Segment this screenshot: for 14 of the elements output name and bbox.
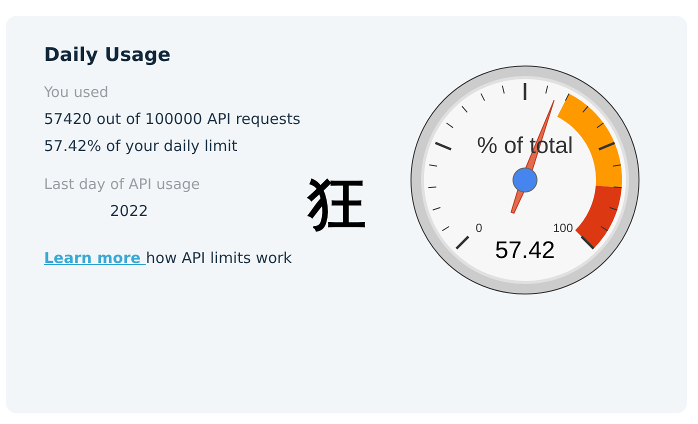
last-day-value: 2022	[109, 201, 150, 222]
usage-text: 57.42% of your daily limit	[44, 136, 238, 157]
calligraphy-character: 狂	[308, 174, 366, 232]
max-label: 100	[552, 221, 574, 235]
card-title: Daily Usage	[44, 44, 172, 66]
used-label: You used	[44, 84, 110, 103]
danger-band	[575, 186, 622, 249]
needle-hub	[512, 168, 538, 192]
learn-more-link[interactable]: Learn more	[44, 249, 146, 267]
usage-text: 57420 out of 100000 API requests	[44, 109, 300, 130]
min-label: 0	[476, 221, 482, 235]
gauge-value: 57.42	[494, 237, 556, 264]
last-day-label: Last day of API usage	[44, 176, 201, 195]
learn-more-text: Learn more how API limits work	[44, 248, 293, 269]
